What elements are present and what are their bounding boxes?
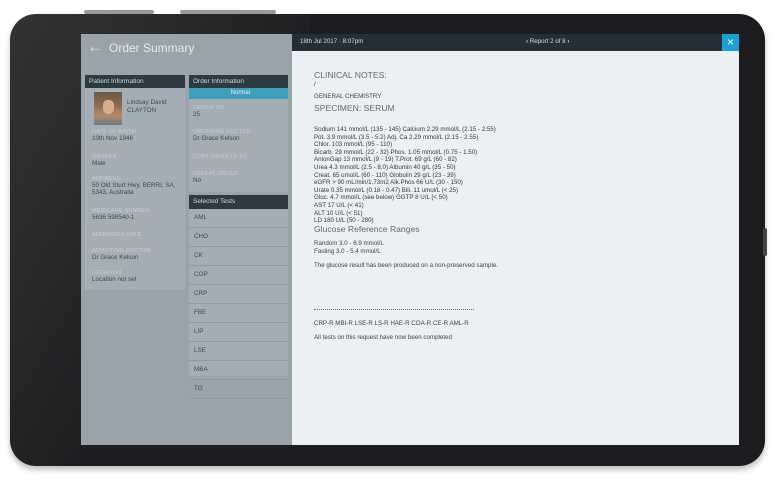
test-row[interactable]: AML xyxy=(189,209,288,228)
admitting-doctor-value: Dr Grace Kelson xyxy=(92,254,139,261)
result-line: eGFR > 90 mL/min/1.73m2 Alk.Phos 66 U/L … xyxy=(314,179,463,187)
address-line1: 50 Old Sturt Hwy, BERRI, SA, xyxy=(92,182,176,189)
result-line: Creat. 65 umol/L (60 - 110) Globulin 29 … xyxy=(314,171,456,179)
completion-note: All tests on this request have now been … xyxy=(314,334,452,341)
test-row[interactable]: TG xyxy=(189,380,288,399)
report-position: Report 2 of 8 xyxy=(529,38,566,45)
power-button xyxy=(180,10,276,14)
status-badge: Normal xyxy=(189,88,288,99)
next-report-icon[interactable]: › xyxy=(567,38,569,45)
clinical-notes-heading: CLINICAL NOTES: xyxy=(314,70,387,80)
test-row[interactable]: LSE xyxy=(189,342,288,361)
result-line: Urea 4.3 mmol/L (2.5 - 8.0) Albumin 40 g… xyxy=(314,163,456,171)
report-document: CLINICAL NOTES: / GENERAL CHEMISTRY SPEC… xyxy=(292,51,739,445)
order-info-panel: Order Information Normal ORDER NO 25 ORD… xyxy=(189,75,288,192)
selected-tests-header: Selected Tests xyxy=(189,195,288,209)
copy-results-label: COPY RESULTS TO xyxy=(193,154,247,160)
patient-info-panel: Patient Information Lindsay David CLAYTO… xyxy=(85,75,185,290)
result-line: ALT 10 U/L (< 51) xyxy=(314,209,363,217)
patient-name: Lindsay David CLAYTON xyxy=(127,99,187,115)
order-summary-pane: ← Order Summary Patient Information Lind… xyxy=(81,34,292,445)
test-row[interactable]: CRP xyxy=(189,285,288,304)
volume-button xyxy=(84,10,154,14)
report-pager: ‹ Report 2 of 8 › xyxy=(526,38,569,45)
tablet-screen: ← Order Summary Patient Information Lind… xyxy=(81,34,739,445)
test-row[interactable]: CHO xyxy=(189,228,288,247)
result-line: Urate 0.35 mmol/L (0.18 - 0.47) Bili. 11… xyxy=(314,186,459,194)
page-title: Order Summary xyxy=(109,41,195,55)
specimen-heading: SPECIMEN: SERUM xyxy=(314,103,395,113)
result-line: Gluc. 4.7 mmol/L (see below) GGTP 8 U/L … xyxy=(314,194,448,202)
glucose-note: The glucose result has been produced on … xyxy=(314,262,499,269)
order-no-value: 25 xyxy=(193,111,201,118)
result-line: AST 17 U/L (< 41) xyxy=(314,201,364,209)
result-line: Sodium 141 mmol/L (135 - 145) Calcium 2.… xyxy=(314,126,496,133)
address-line2: 5343, Australia xyxy=(92,189,134,196)
tablet-edge-port xyxy=(14,184,18,300)
back-arrow-icon[interactable]: ← xyxy=(87,38,104,55)
patient-avatar xyxy=(94,92,122,125)
report-toolbar: 18th Jul 2017 · 8:07pm ‹ Report 2 of 8 ›… xyxy=(292,34,739,51)
repeat-order-value: No xyxy=(193,177,202,184)
prev-report-icon[interactable]: ‹ xyxy=(526,38,528,45)
order-info-header: Order Information xyxy=(189,75,288,88)
clinical-notes-value: / xyxy=(314,81,316,88)
glucose-random: Random 3.0 - 6.9 mmol/L xyxy=(314,240,384,247)
medicare-value: 5636 598540-1 xyxy=(92,214,135,221)
result-line: Chlor. 103 mmol/L (95 - 110) xyxy=(314,141,393,149)
result-line: AnionGap 13 mmol/L (9 - 19) T.Prot. 69 g… xyxy=(314,156,457,164)
test-codes: CRP-R MBI-R LSE-R LS-R HAE-R COA-R CE-R … xyxy=(314,320,469,327)
dob-value: 10th Nov 1946 xyxy=(92,135,133,142)
test-row[interactable]: CK xyxy=(189,247,288,266)
patient-info-header: Patient Information xyxy=(85,75,185,88)
ordering-doctor-value: Dr Grace Kelson xyxy=(193,135,240,142)
admission-label: ADMISSION DATE xyxy=(92,232,142,238)
close-icon[interactable]: × xyxy=(722,34,739,51)
patient-first-name: Lindsay David xyxy=(127,99,167,106)
test-row[interactable]: FBE xyxy=(189,304,288,323)
location-value: Location not set xyxy=(92,276,137,283)
selected-tests-panel: Selected Tests AML CHO CK COP CRP FBE LI… xyxy=(189,195,288,399)
test-row[interactable]: MBA xyxy=(189,361,288,380)
results-block: Sodium 141 mmol/L (135 - 145) Calcium 2.… xyxy=(314,126,496,225)
test-row[interactable]: COP xyxy=(189,266,288,285)
order-summary-header: ← Order Summary xyxy=(81,34,292,62)
side-button xyxy=(763,228,767,256)
glucose-heading: Glucose Reference Ranges xyxy=(314,224,420,234)
report-date: 18th Jul 2017 · 8:07pm xyxy=(300,38,364,45)
test-row[interactable]: LIP xyxy=(189,323,288,342)
divider xyxy=(314,309,474,310)
section-heading: GENERAL CHEMISTRY xyxy=(314,93,382,100)
result-line: Bicarb. 29 mmol/L (22 - 32) Phos. 1.05 m… xyxy=(314,148,478,156)
glucose-fasting: Fasting 3.0 - 5.4 mmol/L xyxy=(314,248,381,255)
gender-value: Male xyxy=(92,160,106,167)
result-line: Pot. 3.9 mmol/L (3.5 - 5.2) Adj. Ca 2.29… xyxy=(314,133,479,141)
patient-last-name: CLAYTON xyxy=(127,107,157,114)
